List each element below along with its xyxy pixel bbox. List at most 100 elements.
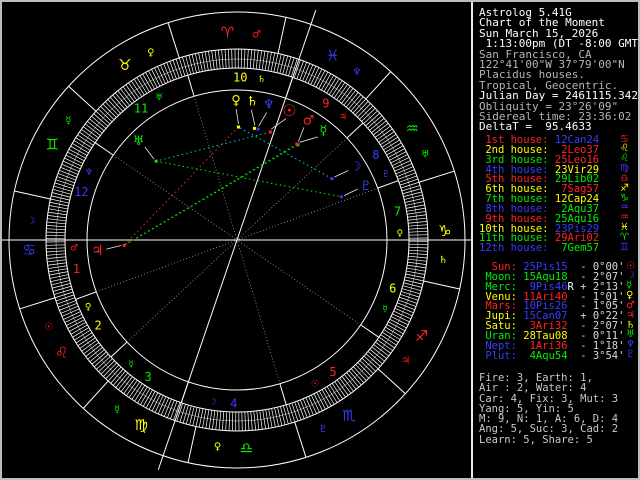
planet-pointer-venus — [235, 108, 239, 125]
planet-position-dot-mars — [295, 142, 299, 146]
degree-tick — [406, 270, 425, 275]
degree-tick — [308, 396, 317, 414]
degree-tick — [46, 224, 66, 228]
house-cosignificator-icon-12: ♆ — [85, 168, 93, 178]
degree-tick — [46, 231, 66, 234]
sign-boundary — [187, 426, 197, 463]
degree-tick — [215, 410, 219, 430]
degree-tick — [169, 61, 177, 80]
wheel-planet-icon-venus: ♀ — [231, 94, 241, 109]
house-cosignificator-icon-4: ☽ — [208, 397, 216, 407]
chart-statistics: Fire: 3, Earth: 1, Air : 2, Water: 4 Car… — [479, 373, 638, 446]
degree-tick — [302, 398, 311, 417]
aspect-line-trine-mars-jupiter — [123, 143, 298, 246]
degree-tick — [228, 411, 231, 431]
degree-tick — [202, 409, 207, 428]
house-number-9: 9 — [322, 97, 329, 111]
sign-ruler-icon-capricorn: ♄ — [439, 255, 448, 266]
degree-tick — [231, 49, 233, 69]
degree-tick — [208, 51, 212, 70]
degree-tick — [407, 264, 427, 269]
degree-tick — [262, 410, 266, 429]
degree-tick — [305, 397, 314, 416]
degree-tick — [307, 65, 317, 84]
house-cusp-segment — [187, 75, 195, 97]
aspect-line-trine-mercury-jupiter — [123, 144, 299, 246]
sign-ruler-icon-pisces: ♆ — [352, 67, 361, 78]
degree-tick — [397, 302, 415, 311]
zodiac-sign-icon-aquarius: ♒ — [406, 119, 419, 137]
retrograde-flag — [568, 350, 581, 362]
degree-tick — [394, 307, 413, 317]
astrolog-window: ♈ ♂ ♉ ♀ ♊ ☿ ♋ ☽ ♌ ☉ ♍ ☿ ♎ ♀ ♏ ♇ ♐ ♃ ♑ ♄ ♒ ♅ ♓ ♆ 1 ♂ 2 ♀ 3 ☿ 4 ☽ 5 ☉ 6 ☿ 7 ♀ 8 ♇… — [0, 0, 640, 480]
house-cosignificator-icon-5: ☉ — [311, 379, 319, 389]
planet-position-dot-venus — [236, 125, 240, 129]
house-cosignificator-icon-1: ♂ — [70, 244, 78, 254]
planet-pointer-pluto — [343, 188, 358, 196]
house-number-8: 8 — [372, 148, 379, 162]
degree-tick — [201, 52, 206, 71]
chart-info-header: Astrolog 5.41G Chart of the Moment Sun M… — [479, 7, 638, 133]
house-cosignificator-icon-9: ♃ — [339, 112, 347, 122]
house-cosignificator-icon-2: ♀ — [85, 303, 92, 313]
degree-tick — [151, 69, 161, 87]
degree-tick — [393, 160, 411, 169]
degree-tick — [268, 409, 273, 428]
degree-tick — [154, 67, 163, 86]
planet-pointer-jupiter — [106, 245, 122, 250]
aspect-line-sextile-sun-uranus — [155, 131, 271, 162]
degree-tick — [246, 49, 249, 69]
degree-tick — [252, 49, 256, 69]
degree-tick — [157, 66, 166, 84]
degree-tick — [407, 258, 427, 262]
degree-tick — [395, 305, 414, 314]
degree-tick — [47, 211, 67, 216]
house-number-10: 10 — [233, 70, 247, 84]
degree-tick — [64, 314, 83, 323]
house-cusp-segment — [346, 122, 364, 139]
degree-tick — [407, 211, 426, 215]
degree-tick — [57, 173, 76, 181]
degree-tick — [408, 252, 428, 256]
house-cosignificator-icon-8: ♇ — [382, 170, 390, 180]
zodiac-sign-icon-pisces: ♓ — [326, 47, 339, 65]
house-cusp-segment — [360, 324, 380, 338]
house-cosignificator-icon-7: ♀ — [397, 229, 404, 239]
degree-tick — [299, 62, 308, 80]
zodiac-sign-icon-cancer: ♋ — [22, 241, 35, 259]
house-cusp-spoke — [193, 96, 237, 239]
sign-ruler-icon-gemini: ☿ — [65, 116, 71, 127]
house-cusp-segment — [75, 291, 97, 300]
degree-tick — [160, 397, 170, 416]
sign-boundary — [68, 85, 97, 112]
degree-tick — [408, 234, 428, 236]
degree-tick — [48, 208, 68, 213]
degree-tick — [315, 70, 326, 88]
degree-tick — [304, 64, 314, 83]
degree-tick — [154, 395, 164, 413]
house-number-6: 6 — [389, 282, 396, 296]
degree-tick — [166, 62, 175, 81]
degree-tick — [408, 246, 428, 249]
degree-tick — [406, 267, 426, 272]
degree-tick — [244, 411, 247, 431]
degree-tick — [48, 265, 67, 269]
degree-tick — [62, 160, 81, 170]
degree-tick — [227, 49, 230, 69]
degree-tick — [67, 151, 85, 162]
degree-tick — [391, 157, 410, 166]
degree-tick — [408, 224, 428, 227]
degree-tick — [64, 157, 82, 167]
zodiac-sign-icon-leo: ♌ — [55, 343, 68, 361]
degree-tick — [302, 63, 311, 82]
degree-tick — [393, 310, 412, 320]
degree-tick — [60, 305, 79, 314]
zodiac-sign-icon-gemini: ♊ — [46, 136, 59, 154]
planet-pointer-sun — [270, 118, 287, 130]
degree-tick — [253, 411, 256, 431]
degree-tick — [61, 163, 80, 173]
house-cusp-spoke — [113, 154, 236, 240]
planet-row-plut: Plut: 4Aqu54 - 3°54' ♇ — [479, 350, 638, 362]
degree-tick — [396, 169, 415, 178]
house-cusp-segment — [110, 341, 128, 358]
